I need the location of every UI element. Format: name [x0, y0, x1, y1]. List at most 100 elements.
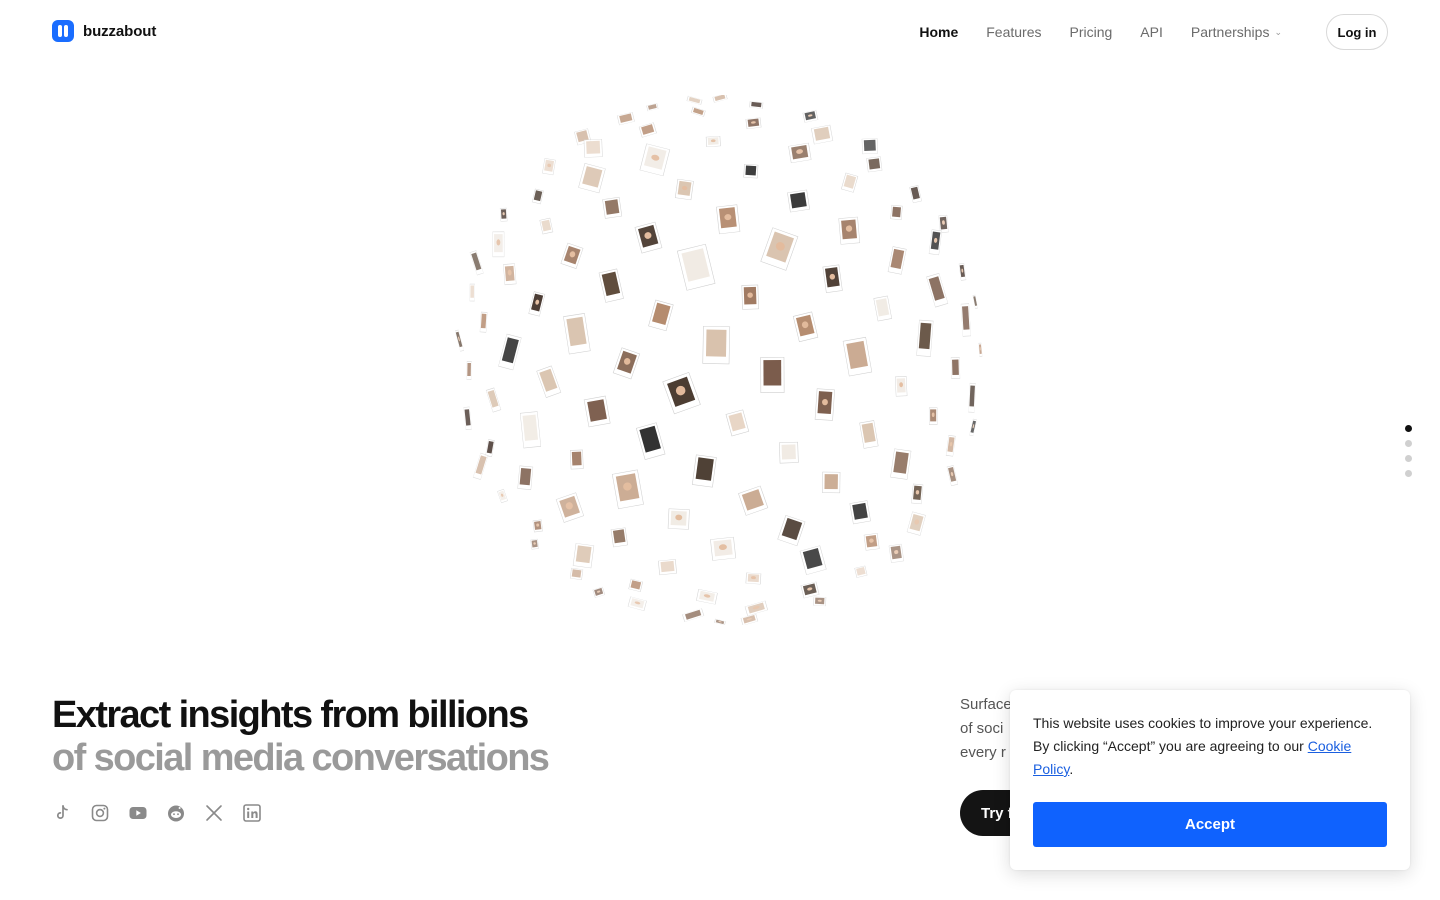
sphere-graphic [455, 95, 983, 625]
post-thumbnail [760, 356, 785, 393]
post-thumbnail [873, 295, 893, 322]
post-thumbnail [978, 342, 983, 357]
post-thumbnail [638, 122, 657, 138]
post-thumbnail [676, 243, 716, 291]
post-thumbnail [738, 485, 769, 516]
post-thumbnail [911, 483, 924, 505]
post-thumbnail [466, 360, 472, 380]
post-thumbnail [485, 439, 495, 458]
post-thumbnail [928, 407, 938, 425]
nav-features[interactable]: Features [986, 24, 1041, 40]
post-thumbnail [749, 101, 764, 109]
pager-dot[interactable] [1405, 455, 1412, 462]
post-thumbnail [813, 596, 827, 607]
cookie-text-end: . [1069, 761, 1074, 777]
post-thumbnail [906, 511, 926, 536]
post-thumbnail [787, 189, 810, 213]
post-thumbnail [646, 103, 659, 112]
reddit-icon [166, 803, 186, 823]
post-thumbnail [849, 500, 871, 525]
post-thumbnail [946, 465, 959, 487]
post-thumbnail [705, 136, 721, 147]
post-thumbnail [716, 204, 741, 235]
post-thumbnail [760, 227, 799, 271]
post-thumbnail [635, 422, 666, 460]
post-thumbnail [682, 608, 705, 623]
post-thumbnail [499, 207, 508, 222]
login-button[interactable]: Log in [1326, 14, 1388, 50]
post-thumbnail [926, 272, 949, 308]
post-thumbnail [583, 138, 603, 158]
post-thumbnail [802, 109, 819, 123]
brand-logo[interactable]: buzzabout [52, 20, 156, 42]
post-thumbnail [492, 231, 505, 258]
post-thumbnail [890, 204, 903, 220]
post-thumbnail [969, 418, 977, 437]
post-thumbnail [528, 291, 546, 317]
post-thumbnail [841, 172, 859, 193]
post-thumbnail [519, 411, 542, 449]
nav-api[interactable]: API [1140, 24, 1163, 40]
post-thumbnail [616, 111, 635, 126]
cookie-message: This website uses cookies to improve you… [1033, 712, 1387, 781]
post-thumbnail [611, 469, 644, 510]
post-thumbnail [861, 138, 879, 155]
post-thumbnail [690, 106, 706, 117]
post-thumbnail [777, 514, 806, 547]
post-thumbnail [800, 581, 820, 599]
post-thumbnail [822, 264, 843, 294]
social-platform-icons [52, 803, 262, 823]
post-thumbnail [788, 142, 812, 164]
post-thumbnail [503, 263, 517, 286]
post-thumbnail [479, 311, 488, 333]
post-thumbnail [658, 559, 677, 576]
nav-pricing[interactable]: Pricing [1069, 24, 1112, 40]
nav-home[interactable]: Home [919, 24, 958, 40]
pager-dot[interactable] [1405, 440, 1412, 447]
nav-partnerships[interactable]: Partnerships ⌄ [1191, 24, 1282, 40]
post-thumbnail [811, 124, 834, 145]
post-thumbnail [745, 572, 762, 585]
post-thumbnail [639, 143, 671, 177]
post-thumbnail [667, 508, 690, 530]
section-pager [1405, 425, 1412, 477]
post-thumbnail [866, 156, 883, 173]
post-thumbnail [485, 387, 502, 413]
post-thumbnail [838, 216, 861, 245]
post-thumbnail [972, 294, 978, 309]
post-thumbnail [740, 613, 759, 625]
post-thumbnail [572, 543, 595, 569]
post-thumbnail [539, 217, 554, 235]
post-thumbnail [592, 586, 606, 598]
post-thumbnail [463, 406, 472, 431]
post-thumbnail [744, 600, 769, 616]
post-thumbnail [854, 565, 868, 578]
pager-dot[interactable] [1405, 470, 1412, 477]
post-thumbnail [469, 250, 484, 276]
tiktok-icon [52, 803, 72, 823]
post-thumbnail [612, 347, 641, 380]
post-thumbnail [570, 449, 584, 470]
post-thumbnail [628, 578, 644, 592]
post-thumbnail [890, 448, 912, 480]
post-thumbnail [950, 356, 961, 380]
post-thumbnail [822, 471, 841, 494]
post-thumbnail [542, 158, 556, 176]
post-thumbnail [916, 319, 934, 357]
post-thumbnail [887, 246, 907, 275]
pager-dot[interactable] [1405, 425, 1412, 432]
site-header: buzzabout Home Features Pricing API Part… [0, 0, 1440, 64]
post-thumbnail [648, 299, 674, 332]
post-thumbnail [888, 543, 905, 563]
post-thumbnail [712, 95, 728, 103]
hero-title-line2: of social media conversations [52, 737, 550, 779]
post-thumbnail [909, 185, 922, 204]
accept-cookies-button[interactable]: Accept [1033, 802, 1387, 847]
post-thumbnail [842, 336, 873, 377]
post-thumbnail [792, 311, 819, 343]
post-thumbnail [497, 488, 508, 504]
post-thumbnail [710, 536, 737, 561]
social-posts-sphere [455, 95, 985, 625]
post-thumbnail [799, 545, 827, 575]
post-thumbnail [863, 533, 880, 551]
